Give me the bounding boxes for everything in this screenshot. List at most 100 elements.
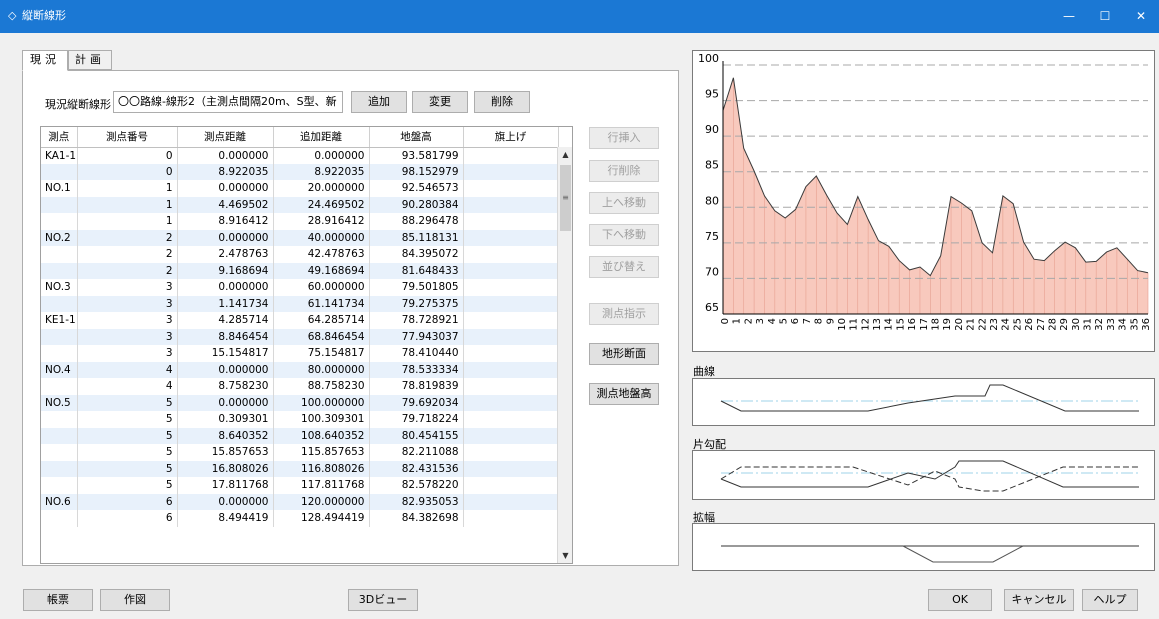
table-cell[interactable]: 115.857653 bbox=[273, 444, 370, 461]
table-cell[interactable]: 0.000000 bbox=[177, 493, 274, 510]
column-header[interactable]: 測点番号 bbox=[77, 127, 178, 148]
delete-button[interactable]: 削除 bbox=[474, 91, 530, 113]
table-cell[interactable]: 1 bbox=[77, 180, 178, 197]
column-header[interactable]: 旗上げ bbox=[463, 127, 559, 148]
table-cell[interactable]: 42.478763 bbox=[273, 246, 370, 263]
table-row[interactable]: 1 8.916412 28.916412 88.296478 bbox=[41, 213, 559, 230]
table-cell[interactable]: 5 bbox=[77, 444, 178, 461]
table-cell[interactable]: 3 bbox=[77, 312, 178, 329]
table-row[interactable]: 0 8.922035 8.922035 98.152979 bbox=[41, 163, 559, 180]
table-row[interactable]: KE1-1 3 4.285714 64.285714 78.728921 bbox=[41, 312, 559, 329]
table-row[interactable]: 6 8.494419 128.494419 84.382698 bbox=[41, 510, 559, 527]
table-cell[interactable] bbox=[463, 328, 559, 345]
table-cell[interactable] bbox=[463, 279, 559, 296]
drawing-button[interactable]: 作図 bbox=[100, 589, 170, 611]
table-cell[interactable] bbox=[463, 213, 559, 230]
table-cell[interactable]: 60.000000 bbox=[273, 279, 370, 296]
terrain-section-button[interactable]: 地形断面 bbox=[589, 343, 659, 365]
station-point-button[interactable]: 測点指示 bbox=[589, 303, 659, 325]
table-cell[interactable] bbox=[41, 378, 78, 395]
table-cell[interactable] bbox=[463, 411, 559, 428]
column-header[interactable]: 測点距離 bbox=[177, 127, 274, 148]
cancel-button[interactable]: キャンセル bbox=[1004, 589, 1074, 611]
table-cell[interactable] bbox=[41, 262, 78, 279]
tab-plan[interactable]: 計画 bbox=[68, 50, 112, 70]
table-cell[interactable]: 85.118131 bbox=[369, 229, 464, 246]
table-cell[interactable]: 8.758230 bbox=[177, 378, 274, 395]
table-cell[interactable]: 5 bbox=[77, 477, 178, 494]
minimize-icon[interactable]: — bbox=[1051, 0, 1087, 33]
table-row[interactable]: 3 1.141734 61.141734 79.275375 bbox=[41, 295, 559, 312]
table-cell[interactable] bbox=[463, 460, 559, 477]
table-cell[interactable]: 78.410440 bbox=[369, 345, 464, 362]
table-cell[interactable] bbox=[463, 493, 559, 510]
help-button[interactable]: ヘルプ bbox=[1082, 589, 1138, 611]
profile-select[interactable]: 〇〇路線-線形2（主測点間隔20m、S型、新 ⌵ bbox=[113, 91, 343, 113]
table-cell[interactable]: 9.168694 bbox=[177, 262, 274, 279]
table-cell[interactable] bbox=[463, 444, 559, 461]
table-cell[interactable]: 6 bbox=[77, 493, 178, 510]
table-cell[interactable]: 78.533334 bbox=[369, 361, 464, 378]
table-cell[interactable]: 49.168694 bbox=[273, 262, 370, 279]
table-cell[interactable]: 0 bbox=[77, 147, 178, 164]
scroll-thumb[interactable]: ≡ bbox=[560, 165, 571, 231]
table-cell[interactable]: 61.141734 bbox=[273, 295, 370, 312]
table-cell[interactable]: 4.285714 bbox=[177, 312, 274, 329]
table-cell[interactable]: 40.000000 bbox=[273, 229, 370, 246]
table-cell[interactable]: 82.431536 bbox=[369, 460, 464, 477]
table-row[interactable]: NO.5 5 0.000000 100.000000 79.692034 bbox=[41, 394, 559, 411]
table-cell[interactable] bbox=[463, 163, 559, 180]
table-cell[interactable]: 1 bbox=[77, 213, 178, 230]
station-grid[interactable]: 測点 測点番号 測点距離 追加距離 地盤高 旗上げ KA1-1 0 0.000000 0.000… bbox=[40, 126, 573, 564]
table-cell[interactable]: 15.857653 bbox=[177, 444, 274, 461]
table-cell[interactable]: NO.3 bbox=[41, 279, 78, 296]
table-cell[interactable] bbox=[41, 477, 78, 494]
table-cell[interactable] bbox=[463, 427, 559, 444]
table-cell[interactable]: 8.640352 bbox=[177, 427, 274, 444]
table-cell[interactable] bbox=[41, 295, 78, 312]
table-cell[interactable]: 5 bbox=[77, 411, 178, 428]
table-cell[interactable] bbox=[41, 328, 78, 345]
table-cell[interactable] bbox=[41, 163, 78, 180]
station-elevation-button[interactable]: 測点地盤高 bbox=[589, 383, 659, 405]
table-cell[interactable]: 82.578220 bbox=[369, 477, 464, 494]
table-cell[interactable]: 8.494419 bbox=[177, 510, 274, 527]
table-cell[interactable]: 77.943037 bbox=[369, 328, 464, 345]
table-cell[interactable]: 79.501805 bbox=[369, 279, 464, 296]
table-cell[interactable] bbox=[463, 147, 559, 164]
ok-button[interactable]: OK bbox=[928, 589, 992, 611]
table-cell[interactable]: 24.469502 bbox=[273, 196, 370, 213]
scroll-up-icon[interactable]: ▲ bbox=[558, 147, 572, 163]
table-row[interactable]: 5 16.808026 116.808026 82.431536 bbox=[41, 460, 559, 477]
table-cell[interactable]: 82.935053 bbox=[369, 493, 464, 510]
scroll-down-icon[interactable]: ▼ bbox=[558, 548, 572, 563]
table-cell[interactable]: 79.692034 bbox=[369, 394, 464, 411]
table-cell[interactable] bbox=[463, 394, 559, 411]
table-cell[interactable]: NO.5 bbox=[41, 394, 78, 411]
column-header[interactable]: 追加距離 bbox=[273, 127, 370, 148]
table-cell[interactable]: 3 bbox=[77, 295, 178, 312]
delete-row-button[interactable]: 行削除 bbox=[589, 160, 659, 182]
add-button[interactable]: 追加 bbox=[351, 91, 407, 113]
table-cell[interactable]: 4 bbox=[77, 361, 178, 378]
table-cell[interactable]: 79.718224 bbox=[369, 411, 464, 428]
table-cell[interactable] bbox=[463, 229, 559, 246]
table-cell[interactable] bbox=[41, 411, 78, 428]
table-row[interactable]: 2 2.478763 42.478763 84.395072 bbox=[41, 246, 559, 263]
table-cell[interactable]: 120.000000 bbox=[273, 493, 370, 510]
table-row[interactable]: 5 15.857653 115.857653 82.211088 bbox=[41, 444, 559, 461]
tab-current[interactable]: 現況 bbox=[22, 50, 68, 71]
table-cell[interactable] bbox=[463, 477, 559, 494]
table-cell[interactable]: 3 bbox=[77, 279, 178, 296]
table-cell[interactable]: 93.581799 bbox=[369, 147, 464, 164]
table-cell[interactable]: 8.922035 bbox=[177, 163, 274, 180]
table-cell[interactable]: 6 bbox=[77, 510, 178, 527]
table-cell[interactable]: 108.640352 bbox=[273, 427, 370, 444]
table-cell[interactable]: 17.811768 bbox=[177, 477, 274, 494]
table-cell[interactable]: 2 bbox=[77, 229, 178, 246]
table-row[interactable]: NO.6 6 0.000000 120.000000 82.935053 bbox=[41, 493, 559, 510]
table-cell[interactable] bbox=[41, 460, 78, 477]
table-row[interactable]: NO.3 3 0.000000 60.000000 79.501805 bbox=[41, 279, 559, 296]
table-cell[interactable]: 0.000000 bbox=[177, 147, 274, 164]
view-3d-button[interactable]: 3Dビュー bbox=[348, 589, 418, 611]
